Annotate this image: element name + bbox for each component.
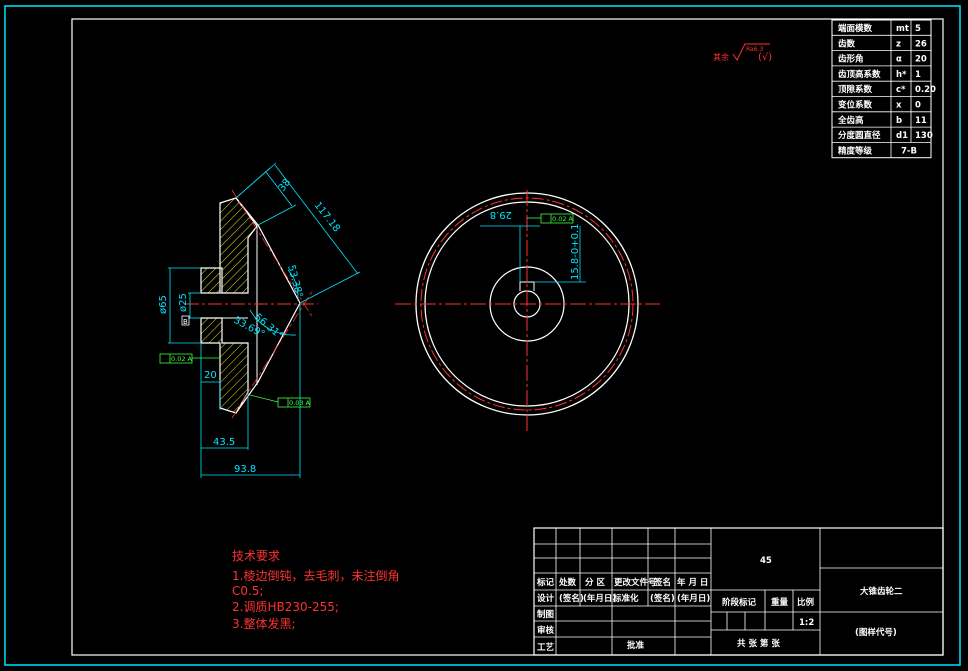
front-tolerance: 0.02 A — [552, 215, 574, 223]
tolerance-frame-2: 0.03 A — [289, 399, 311, 407]
param-symbol: α — [896, 55, 902, 65]
param-value: 7-B — [901, 146, 917, 156]
tb-label-count: 处数 — [558, 577, 577, 588]
param-symbol: c* — [896, 85, 906, 95]
tb-design-date: (年月日) — [583, 593, 616, 604]
tb-process: 工艺 — [537, 642, 555, 653]
tb-scale: 1:2 — [799, 618, 814, 628]
dim-cone-length: 117.18 — [312, 200, 342, 234]
param-value: 26 — [915, 39, 927, 49]
tb-draw: 制图 — [537, 609, 554, 620]
dim-width-total: 93.8 — [234, 464, 256, 475]
param-value: 0 — [915, 101, 921, 111]
tolerance-frame-1: 0.02 A — [171, 355, 193, 363]
param-symbol: mt — [896, 24, 909, 34]
dim-hub-length: 20 — [204, 370, 217, 381]
dim-hub-diameter: ø65 — [158, 295, 169, 314]
tb-label-mark: 标记 — [536, 577, 555, 588]
param-name: 齿数 — [838, 38, 856, 49]
param-name: 齿形角 — [838, 54, 864, 65]
param-name: 顶隙系数 — [838, 84, 873, 95]
notes-line-3: 2.调质HB230-255; — [232, 600, 339, 614]
param-symbol: b — [896, 116, 902, 126]
notes-title: 技术要求 — [232, 549, 280, 563]
param-value: 5 — [915, 24, 921, 34]
tb-standard: 标准化 — [612, 593, 639, 604]
param-symbol: d1 — [896, 131, 908, 141]
param-name: 全齿高 — [837, 115, 864, 126]
notes-line-1: 1.棱边倒钝，去毛刺，未注倒角 — [232, 568, 399, 583]
technical-requirements: 技术要求 1.棱边倒钝，去毛刺，未注倒角 C0.5; 2.调质HB230-255… — [232, 549, 399, 631]
tb-weight: 重量 — [771, 597, 789, 608]
dim-top-width: 38 — [277, 177, 294, 194]
param-symbol: h* — [896, 70, 907, 80]
tb-stage: 阶段标记 — [722, 597, 757, 608]
front-keyway-dim: 15.8-0+0.1 — [570, 223, 581, 280]
dim-width-1: 43.5 — [213, 437, 235, 448]
tb-part-name: 大锥齿轮二 — [860, 586, 903, 597]
tb-label-sign: 签名 — [653, 577, 671, 588]
param-name: 精度等级 — [838, 145, 873, 156]
tb-label-date: 年 月 日 — [677, 577, 708, 588]
outer-border — [4, 5, 961, 666]
front-key-dim: 29.8 — [490, 209, 512, 220]
tb-ratio: 比例 — [797, 597, 815, 608]
tb-approve: 批准 — [627, 640, 645, 651]
param-symbol: z — [896, 39, 901, 49]
tb-drawing-no: (图样代号) — [855, 627, 897, 638]
tb-label-change: 更改文件号 — [614, 577, 657, 588]
param-value: 11 — [915, 116, 927, 126]
param-name: 端面模数 — [838, 23, 873, 34]
tb-sheets: 共 张 第 张 — [737, 638, 780, 649]
param-name: 齿顶高系数 — [838, 69, 881, 80]
tb-standard-sign: (签名) — [650, 593, 675, 604]
param-symbol: x — [896, 101, 902, 111]
param-value: 130 — [915, 131, 933, 141]
roughness-prefix: 其余 — [713, 52, 729, 62]
section-hatch-upper — [200, 197, 258, 294]
tb-design: 设计 — [537, 593, 555, 604]
param-name: 变位系数 — [838, 100, 873, 111]
parameter-table: 端面模数 mt 5 齿数 z 26 齿形角 α 20 齿顶高系数 h* 1 顶隙系数 c* 0.20 变位系数… — [831, 19, 936, 159]
param-value: 1 — [915, 70, 921, 80]
front-view: 29.8 15.8-0+0.1 0.02 A — [395, 190, 660, 432]
roughness-suffix: (√) — [758, 52, 772, 63]
cad-drawing: 端面模数 mt 5 齿数 z 26 齿形角 α 20 齿顶高系数 h* 1 顶隙系数 c* 0.20 变位系数… — [4, 5, 961, 666]
notes-line-2: C0.5; — [232, 584, 264, 598]
tb-review: 审核 — [537, 625, 555, 636]
tb-design-sign: (签名) — [559, 593, 584, 604]
param-name: 分度圆直径 — [838, 130, 881, 141]
roughness-symbol: 其余 Ra6.3 (√) — [713, 43, 772, 63]
tb-label-zone: 分 区 — [585, 577, 605, 588]
dim-bore-diameter: ø25 — [178, 293, 189, 312]
tb-material: 45 — [760, 556, 772, 566]
section-hatch-lower — [200, 317, 249, 414]
datum-label: B — [183, 318, 188, 326]
side-section-view: 38 117.18 53.38° 56.31° 33.69° ø65 ø25 2… — [158, 162, 361, 478]
notes-line-4: 3.整体发黑; — [232, 616, 296, 631]
param-value: 20 — [915, 55, 927, 65]
title-block-text: 45 大锥齿轮二 (图样代号) 1:2 共 张 第 张 批准 标记 处数 分 区… — [536, 556, 903, 653]
tb-standard-date: (年月日) — [677, 593, 710, 604]
param-value: 0.20 — [915, 85, 936, 95]
